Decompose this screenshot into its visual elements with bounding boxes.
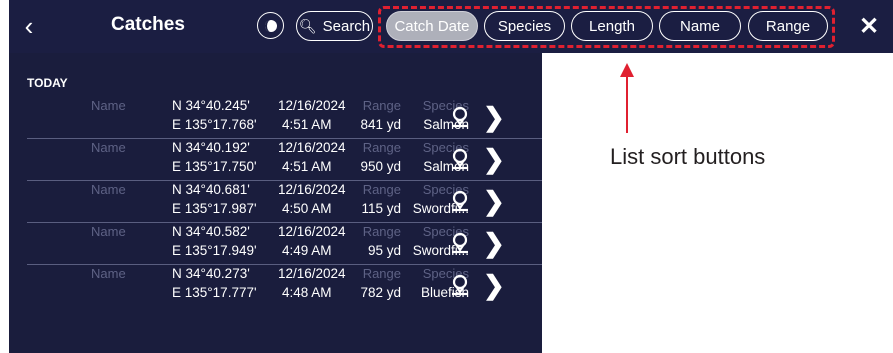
catch-date: 12/16/2024 xyxy=(278,224,346,239)
range-label: Range xyxy=(362,140,401,155)
catch-latitude: N 34°40.681' xyxy=(172,182,250,197)
map-pin-icon[interactable] xyxy=(450,106,470,128)
chevron-right-icon[interactable]: ❯ xyxy=(483,186,505,217)
range-label: Range xyxy=(362,266,401,281)
catch-longitude: E 135°17.949' xyxy=(172,243,257,258)
close-button[interactable]: ✕ xyxy=(845,0,893,53)
catch-longitude: E 135°17.768' xyxy=(172,117,257,132)
map-pin-icon[interactable] xyxy=(450,274,470,296)
catch-latitude: N 34°40.192' xyxy=(172,140,250,155)
catch-longitude: E 135°17.777' xyxy=(172,285,257,300)
catch-name: Name xyxy=(91,266,126,281)
map-pin-icon[interactable] xyxy=(450,190,470,212)
chevron-right-icon[interactable]: ❯ xyxy=(483,144,505,175)
page-title: Catches xyxy=(111,14,185,35)
catch-time: 4:51 AM xyxy=(282,159,332,174)
search-button[interactable]: 🔍︎ Search xyxy=(296,11,373,41)
catch-name: Name xyxy=(91,182,126,197)
back-button[interactable]: ‹ xyxy=(9,0,49,53)
range-value: 782 yd xyxy=(360,285,401,300)
section-label-today: TODAY xyxy=(27,76,68,90)
catch-time: 4:51 AM xyxy=(282,117,332,132)
range-value: 841 yd xyxy=(360,117,401,132)
callout-arrow xyxy=(620,63,634,133)
catch-row[interactable]: Name N 34°40.192' 12/16/2024 E 135°17.75… xyxy=(27,138,542,181)
chevron-right-icon[interactable]: ❯ xyxy=(483,102,505,133)
chevron-left-icon: ‹ xyxy=(24,11,34,41)
catch-name: Name xyxy=(91,224,126,239)
catch-time: 4:49 AM xyxy=(282,243,332,258)
chevron-right-icon[interactable]: ❯ xyxy=(483,270,505,301)
range-label: Range xyxy=(362,182,401,197)
catch-name: Name xyxy=(91,98,126,113)
range-label: Range xyxy=(362,98,401,113)
chevron-right-icon[interactable]: ❯ xyxy=(483,228,505,259)
catch-row[interactable]: Name N 34°40.681' 12/16/2024 E 135°17.98… xyxy=(27,180,542,223)
catch-date: 12/16/2024 xyxy=(278,98,346,113)
catch-date: 12/16/2024 xyxy=(278,266,346,281)
catch-latitude: N 34°40.245' xyxy=(172,98,250,113)
map-pin-icon[interactable] xyxy=(450,148,470,170)
search-icon: 🔍︎ xyxy=(298,17,317,34)
catch-longitude: E 135°17.750' xyxy=(172,159,257,174)
catch-row[interactable]: Name N 34°40.245' 12/16/2024 E 135°17.76… xyxy=(27,96,542,139)
range-value: 95 yd xyxy=(367,243,401,258)
catch-date: 12/16/2024 xyxy=(278,182,346,197)
catch-row[interactable]: Name N 34°40.582' 12/16/2024 E 135°17.94… xyxy=(27,222,542,265)
catch-time: 4:50 AM xyxy=(282,201,332,216)
theme-toggle-button[interactable] xyxy=(257,12,284,39)
catch-row[interactable]: Name N 34°40.273' 12/16/2024 E 135°17.77… xyxy=(27,264,542,306)
catch-latitude: N 34°40.582' xyxy=(172,224,250,239)
catch-longitude: E 135°17.987' xyxy=(172,201,257,216)
range-value: 950 yd xyxy=(360,159,401,174)
close-icon: ✕ xyxy=(858,13,880,40)
sort-buttons-highlight xyxy=(378,6,835,48)
search-label: Search xyxy=(322,17,371,35)
catch-time: 4:48 AM xyxy=(282,285,332,300)
catch-date: 12/16/2024 xyxy=(278,140,346,155)
range-value: 115 yd xyxy=(361,201,401,216)
catch-latitude: N 34°40.273' xyxy=(172,266,250,281)
catch-name: Name xyxy=(91,140,126,155)
callout-label: List sort buttons xyxy=(610,144,766,169)
day-night-icon xyxy=(264,19,277,32)
map-pin-icon[interactable] xyxy=(450,232,470,254)
range-label: Range xyxy=(362,224,401,239)
